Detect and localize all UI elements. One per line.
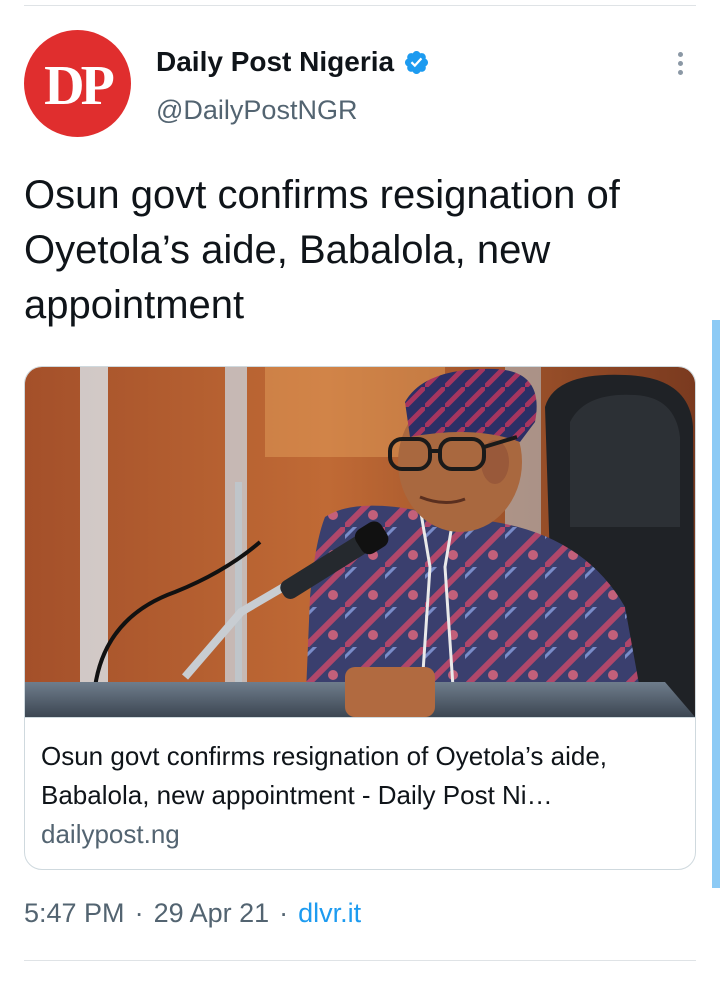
meta-separator: · bbox=[134, 898, 144, 928]
scrollbar[interactable] bbox=[712, 320, 720, 888]
verified-badge-icon bbox=[403, 49, 430, 76]
tweet-meta: 5:47 PM · 29 Apr 21 · dlvr.it bbox=[24, 898, 361, 929]
bottom-divider bbox=[24, 960, 696, 961]
tweet-text: Osun govt confirms resignation of Oyetol… bbox=[24, 173, 631, 327]
more-options-icon[interactable] bbox=[665, 48, 695, 78]
card-title[interactable]: Osun govt confirms resignation of Oyetol… bbox=[41, 737, 681, 815]
tweet-source-link[interactable]: dlvr.it bbox=[298, 898, 361, 929]
card-separator bbox=[25, 717, 695, 718]
more-dot bbox=[677, 51, 683, 57]
avatar[interactable]: DP bbox=[24, 30, 131, 137]
account-name[interactable]: Daily Post Nigeria bbox=[156, 46, 394, 78]
tweet-time[interactable]: 5:47 PM bbox=[24, 898, 125, 929]
more-dot bbox=[677, 69, 683, 75]
card-image[interactable] bbox=[25, 367, 695, 717]
account-name-row[interactable]: Daily Post Nigeria bbox=[156, 44, 430, 80]
link-preview-card[interactable]: Osun govt confirms resignation of Oyetol… bbox=[24, 366, 696, 870]
tweet-page: DP Daily Post Nigeria @DailyPostNGR Osun… bbox=[0, 0, 720, 985]
card-domain[interactable]: dailypost.ng bbox=[41, 819, 180, 850]
tweet-date[interactable]: 29 Apr 21 bbox=[154, 898, 270, 929]
more-dot bbox=[677, 60, 683, 66]
avatar-logo-text: DP bbox=[44, 54, 115, 117]
top-divider bbox=[24, 5, 696, 6]
meta-separator: · bbox=[279, 898, 289, 928]
account-handle[interactable]: @DailyPostNGR bbox=[156, 95, 357, 126]
